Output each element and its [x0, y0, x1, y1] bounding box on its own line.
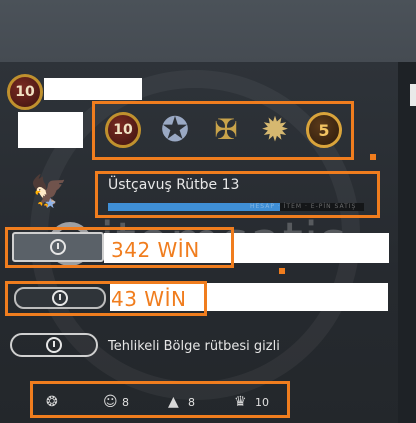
- medal-level-10-number: 10: [113, 122, 133, 138]
- side-panel: [398, 62, 416, 423]
- rank-label: Üstçavuş Rütbe 13: [108, 177, 240, 193]
- competitive-wins: 342 WİN: [111, 238, 200, 262]
- leader-crown-icon: ♛: [234, 394, 247, 410]
- danger-zone-rank-icon[interactable]: [10, 333, 98, 357]
- commends-friendly-count: 8: [122, 396, 129, 409]
- teacher-icon: ▲: [168, 394, 179, 410]
- clock-icon: [46, 337, 62, 353]
- friendly-icon: ☺: [103, 394, 118, 410]
- commends-leader-count: 10: [255, 396, 269, 409]
- side-panel-glyph: [410, 84, 416, 106]
- commends-highlight: [30, 381, 290, 418]
- medal-service-5-number: 5: [318, 120, 330, 140]
- danger-zone-wins: 43 WİN: [111, 287, 187, 311]
- level-badge-number: 10: [15, 84, 35, 100]
- medal-gold-star-icon[interactable]: ✹: [257, 112, 293, 148]
- medal-level-10-icon[interactable]: 10: [105, 112, 141, 148]
- medal-service-star-icon[interactable]: ✪: [157, 112, 193, 148]
- medal-service-5-icon[interactable]: 5: [306, 112, 342, 148]
- highlight-dot: [370, 154, 376, 160]
- rank-star-icon: ★: [44, 196, 57, 212]
- redacted-username: [44, 78, 142, 100]
- lock-badge-icon: ❂: [46, 394, 58, 410]
- level-badge-icon[interactable]: 10: [7, 74, 43, 110]
- watermark-tagline: HESAP · İTEM · E-PİN SATIŞ: [250, 203, 357, 210]
- header-strip: [0, 0, 416, 62]
- redacted-block: [18, 112, 83, 148]
- commends-teacher-count: 8: [188, 396, 195, 409]
- highlight-dot: [279, 268, 285, 274]
- medal-crossed-guns-icon[interactable]: ✠: [208, 112, 244, 148]
- danger-zone-rank-label: Tehlikeli Bölge rütbesi gizli: [108, 339, 280, 354]
